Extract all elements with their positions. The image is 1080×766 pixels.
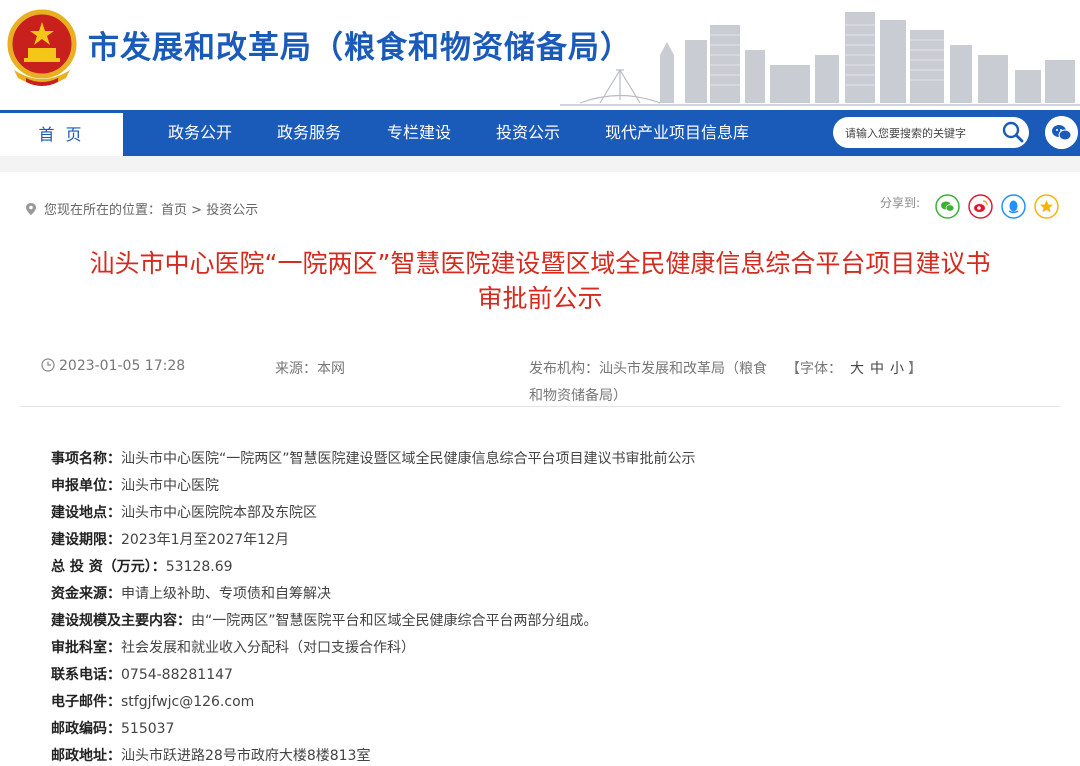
detail-applicant: 申报单位：汕头市中心医院 — [51, 478, 219, 494]
font-size-close: 】 — [908, 361, 922, 377]
detail-email: 电子邮件：stfgjfwjc@126.com — [51, 694, 255, 710]
meta-divider — [20, 406, 1060, 407]
national-emblem-logo[interactable] — [4, 8, 80, 88]
share-qzone-icon[interactable] — [1034, 194, 1059, 219]
article-source: 来源：本网 — [275, 361, 345, 377]
breadcrumb-prefix: 您现在所在的位置： — [44, 203, 162, 218]
publisher-line-1: 发布机构：汕头市发展和改革局（粮食 — [529, 361, 767, 377]
article-title: 汕头市中心医院“一院两区”智慧医院建设暨区域全民健康信息综合平台项目建议书 审批… — [20, 246, 1060, 316]
nav-item-home[interactable]: 首 页 — [0, 113, 123, 156]
clock-icon — [41, 358, 55, 372]
nav-item-investment-publicity[interactable]: 投资公示 — [496, 110, 560, 156]
article-title-line-2: 审批前公示 — [477, 284, 603, 313]
share-qq-icon[interactable] — [1001, 194, 1026, 219]
detail-approval-department: 审批科室：社会发展和就业收入分配科（对口支援合作科） — [51, 640, 415, 656]
breadcrumb-home-link[interactable]: 首页 — [161, 203, 187, 218]
article-title-line-1: 汕头市中心医院“一院两区”智慧医院建设暨区域全民健康信息综合平台项目建议书 — [89, 249, 991, 278]
detail-postcode: 邮政编码：515037 — [51, 721, 175, 737]
location-pin-icon — [26, 203, 36, 215]
search-icon[interactable] — [1001, 120, 1025, 144]
nav-item-government-affairs[interactable]: 政务公开 — [168, 110, 232, 156]
nav-item-special-columns[interactable]: 专栏建设 — [387, 110, 451, 156]
search-input[interactable] — [845, 123, 993, 143]
detail-item-name: 事项名称：汕头市中心医院“一院两区”智慧医院建设暨区域全民健康信息综合平台项目建… — [51, 451, 696, 467]
site-title: 市发展和改革局（粮食和物资储备局） — [88, 30, 632, 66]
detail-total-investment: 总 投 资（万元）：53128.69 — [51, 559, 233, 575]
publish-date-text: 2023-01-05 17:28 — [59, 358, 186, 374]
font-size-switcher: 【字体： 大中小】 — [786, 358, 922, 378]
publish-date: 2023-01-05 17:28 — [41, 358, 185, 374]
search-box — [833, 117, 1029, 148]
publisher-line-2: 和物资储备局） — [529, 388, 627, 404]
font-size-label: 【字体： — [786, 361, 842, 377]
detail-phone: 联系电话：0754-88281147 — [51, 667, 233, 683]
breadcrumb-current-link[interactable]: 投资公示 — [206, 203, 258, 218]
nav-item-government-services[interactable]: 政务服务 — [277, 110, 341, 156]
city-skyline-illustration — [560, 12, 1080, 106]
breadcrumb: 您现在所在的位置：首页 > 投资公示 — [26, 199, 258, 218]
share-weibo-icon[interactable] — [968, 194, 993, 219]
breadcrumb-separator: > — [187, 203, 207, 218]
nav-item-industry-project-library[interactable]: 现代产业项目信息库 — [605, 110, 749, 156]
detail-funding-source: 资金来源：申请上级补助、专项债和自筹解决 — [51, 586, 331, 602]
font-size-large[interactable]: 大 — [850, 361, 864, 377]
font-size-medium[interactable]: 中 — [870, 361, 884, 377]
share-wechat-icon[interactable] — [935, 194, 960, 219]
detail-period: 建设期限：2023年1月至2027年12月 — [51, 532, 289, 548]
wechat-icon[interactable] — [1045, 116, 1078, 149]
detail-location: 建设地点：汕头市中心医院院本部及东院区 — [51, 505, 317, 521]
font-size-small[interactable]: 小 — [890, 361, 904, 377]
site-header: 市发展和改革局（粮食和物资储备局） — [0, 0, 1080, 110]
detail-scale-content: 建设规模及主要内容：由“一院两区”智慧医院平台和区域全民健康综合平台两部分组成。 — [51, 613, 598, 629]
share-label: 分享到: — [880, 196, 921, 210]
detail-address: 邮政地址：汕头市跃进路28号市政府大楼8楼813室 — [51, 748, 371, 764]
